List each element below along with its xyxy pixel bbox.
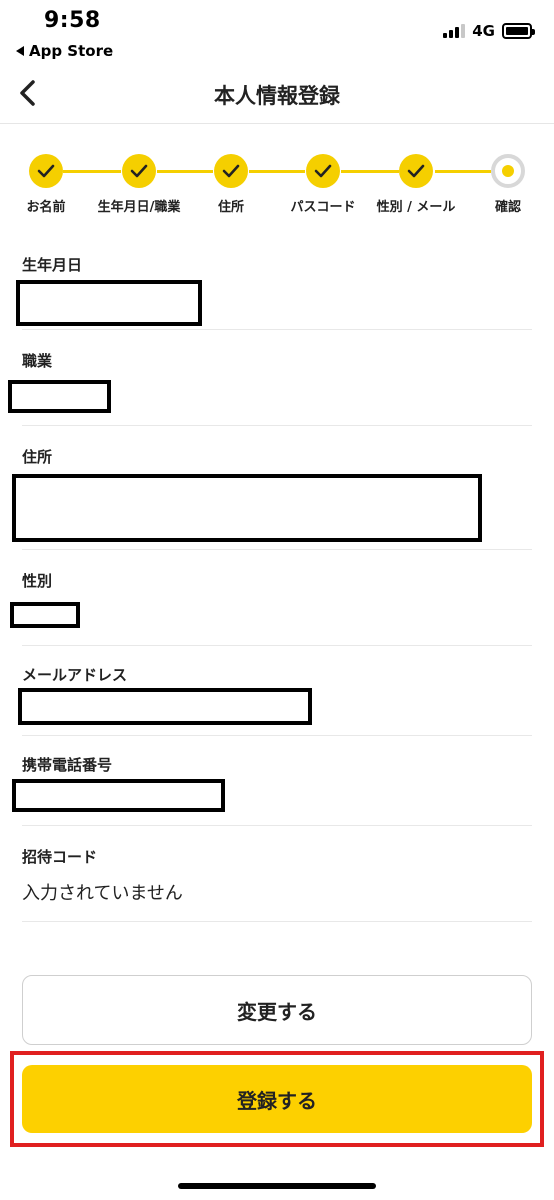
back-to-app-store-link[interactable]: App Store — [16, 42, 113, 60]
step-done-check-icon — [29, 154, 63, 188]
step-connector — [341, 170, 399, 173]
home-indicator — [178, 1183, 376, 1189]
step-done-check-icon — [399, 154, 433, 188]
email-field: メールアドレス — [18, 660, 532, 736]
status-bar: 9:58 App Store 4G — [0, 0, 554, 66]
redacted-value — [8, 380, 111, 413]
birthdate-field: 生年月日 — [16, 248, 532, 330]
back-triangle-icon — [16, 46, 24, 56]
redacted-value — [12, 474, 482, 542]
step-current-dot-icon — [491, 154, 525, 188]
page-title: 本人情報登録 — [214, 84, 340, 108]
field-label: 職業 — [22, 352, 53, 370]
redacted-value — [18, 688, 312, 725]
phone-field: 携帯電話番号 — [12, 750, 532, 826]
step-label: お名前 — [26, 200, 66, 215]
gender-field: 性別 — [10, 564, 532, 646]
step-label: 性別 / メール — [376, 200, 456, 215]
progress-stepper: お名前 生年月日/職業 住所 パスコード 性別 / メール 確認 — [0, 150, 554, 220]
invite-code-field: 招待コード 入力されていません — [22, 842, 532, 922]
field-label: 招待コード — [22, 848, 98, 866]
field-label: 携帯電話番号 — [22, 756, 113, 774]
step-label: 住所 — [217, 200, 245, 215]
invite-code-value: 入力されていません — [22, 883, 183, 904]
change-button[interactable]: 変更する — [22, 975, 532, 1045]
signal-strength-icon — [443, 24, 466, 38]
battery-icon — [502, 23, 535, 39]
step-done-check-icon — [214, 154, 248, 188]
network-type: 4G — [472, 22, 495, 40]
step-done-check-icon — [122, 154, 156, 188]
status-indicators: 4G — [443, 22, 535, 40]
redacted-value — [12, 779, 225, 812]
step-done-check-icon — [306, 154, 340, 188]
step-connector — [435, 170, 491, 173]
step-connector — [249, 170, 305, 173]
address-field: 住所 — [12, 440, 532, 550]
field-label: 性別 — [22, 572, 53, 590]
back-app-label: App Store — [29, 42, 114, 60]
step-connector — [157, 170, 213, 173]
redacted-value — [16, 280, 202, 326]
navigation-bar: 本人情報登録 — [0, 66, 554, 124]
step-label: パスコード — [290, 200, 356, 215]
occupation-field: 職業 — [8, 342, 532, 426]
redacted-value — [10, 602, 80, 628]
field-label: 住所 — [22, 448, 53, 466]
step-connector — [63, 170, 121, 173]
register-button[interactable]: 登録する — [22, 1065, 532, 1133]
field-label: 生年月日 — [22, 256, 83, 274]
field-label: メールアドレス — [22, 666, 128, 684]
status-time: 9:58 — [44, 8, 101, 33]
step-label: 確認 — [494, 200, 522, 215]
step-label: 生年月日/職業 — [97, 200, 181, 215]
